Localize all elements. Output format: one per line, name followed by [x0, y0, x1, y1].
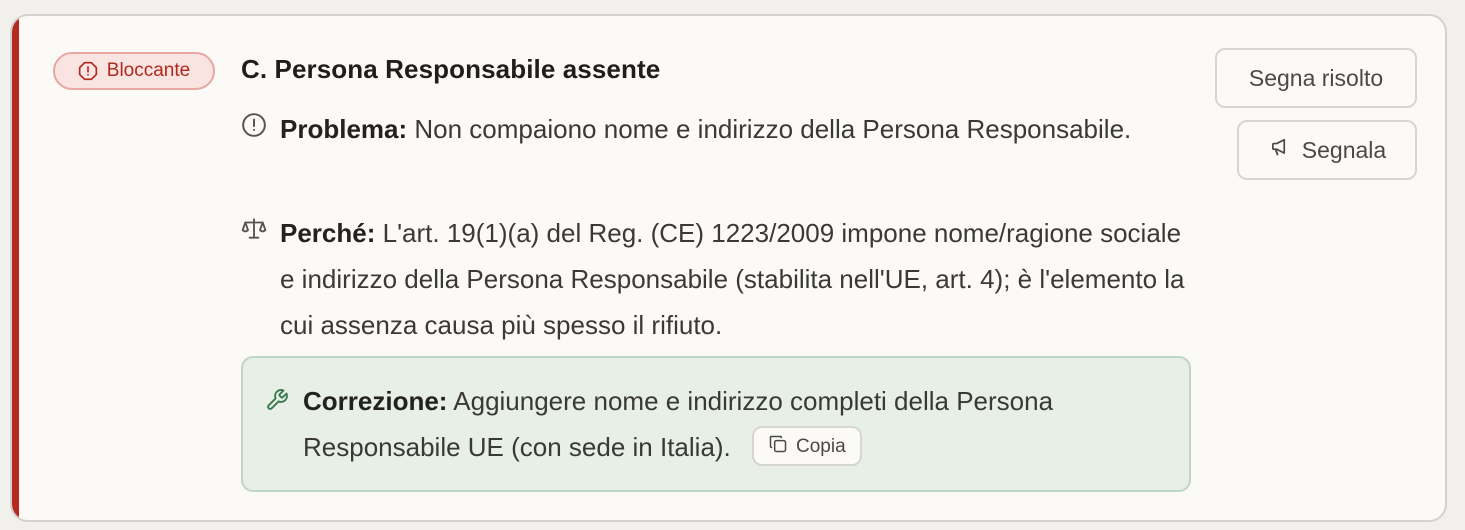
why-label: Perché:: [280, 218, 376, 248]
problem-text: Non compaiono nome e indirizzo della Per…: [414, 114, 1132, 144]
copy-icon: [768, 434, 788, 458]
issue-title: C. Persona Responsabile assente: [241, 54, 661, 84]
issue-card: Bloccante C. Persona Responsabile assent…: [10, 14, 1447, 522]
severity-badge: Bloccante: [53, 52, 215, 90]
mark-resolved-button[interactable]: Segna risolto: [1215, 48, 1417, 108]
report-label: Segnala: [1301, 136, 1387, 163]
megaphone-icon: [1268, 135, 1292, 165]
alert-octagon-icon: [78, 61, 98, 81]
why-text: L'art. 19(1)(a) del Reg. (CE) 1223/2009 …: [280, 218, 1185, 340]
wrench-icon: [265, 388, 289, 412]
copy-label: Copia: [796, 435, 846, 457]
fix-label: Correzione:: [303, 386, 448, 416]
mark-resolved-label: Segna risolto: [1248, 64, 1384, 91]
scale-icon: [241, 216, 267, 242]
problem-row: Problema: Non compaiono nome e indirizzo…: [241, 106, 1193, 152]
severity-label: Bloccante: [106, 60, 191, 81]
alert-circle-icon: [241, 112, 267, 138]
why-row: Perché: L'art. 19(1)(a) del Reg. (CE) 12…: [241, 210, 1193, 348]
report-button[interactable]: Segnala: [1237, 120, 1417, 180]
fix-box: Correzione: Aggiungere nome e indirizzo …: [241, 356, 1191, 492]
severity-bar: [12, 16, 19, 520]
problem-label: Problema:: [280, 114, 408, 144]
copy-button[interactable]: Copia: [752, 426, 862, 467]
